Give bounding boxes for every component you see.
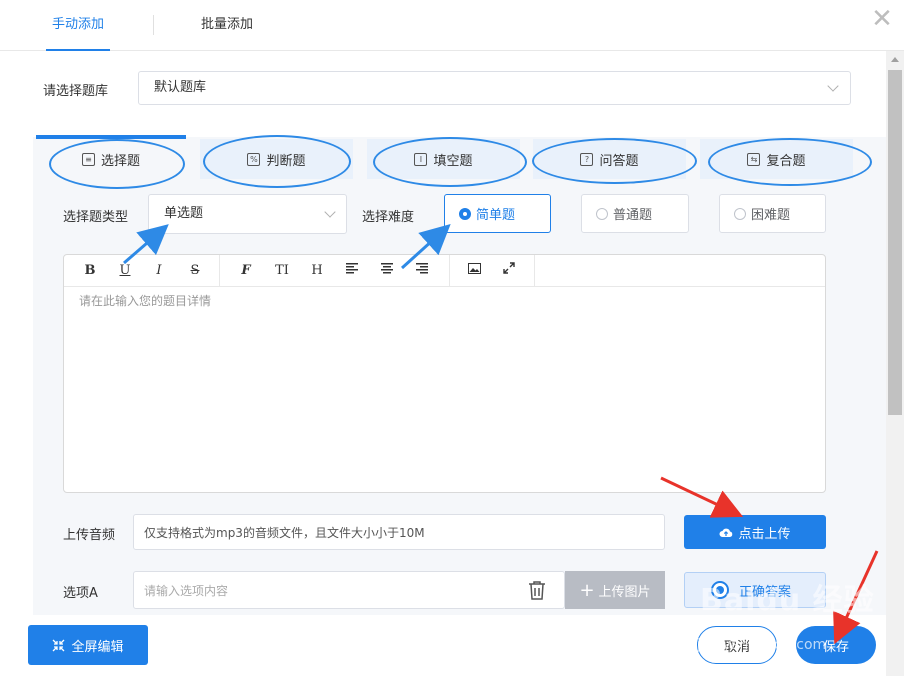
cloud-upload-icon (719, 528, 733, 537)
align-right-icon[interactable] (411, 255, 433, 286)
difficulty-hard-label: 困难题 (751, 208, 791, 223)
bank-select-value: 默认题库 (154, 80, 207, 95)
radio-icon (734, 207, 746, 220)
add-question-dialog: 手动添加 批量添加 ✕ 请选择题库 默认题库 ≡ 选择题 % 判断题 I 填空题… (0, 0, 904, 676)
tab-true-false[interactable]: % 判断题 (200, 139, 353, 179)
tab-fill-blank[interactable]: I 填空题 (367, 139, 520, 179)
trash-icon[interactable] (528, 580, 548, 600)
close-icon[interactable]: ✕ (868, 6, 896, 34)
scrollbar-thumb[interactable] (888, 70, 902, 415)
radio-selected-icon (711, 581, 729, 599)
align-left-icon[interactable] (341, 255, 363, 286)
tab-choice[interactable]: ≡ 选择题 (36, 135, 186, 179)
editor-placeholder: 请在此输入您的题目详情 (79, 294, 212, 308)
tab-qa-label: 问答题 (599, 153, 639, 169)
heading-button[interactable]: H (306, 255, 328, 286)
question-type-select[interactable]: 单选题 (148, 194, 347, 234)
collapse-icon (53, 639, 65, 651)
difficulty-hard[interactable]: 困难题 (719, 194, 826, 233)
correct-answer-label: 正确答案 (739, 584, 792, 600)
tab-choice-label: 选择题 (100, 153, 140, 169)
align-center-icon[interactable] (376, 255, 398, 286)
toolbar-separator (534, 255, 535, 286)
font-button[interactable]: F (235, 255, 257, 286)
audio-label: 上传音频 (63, 528, 116, 543)
tab-true-false-label: 判断题 (266, 153, 306, 169)
list-icon: ≡ (81, 152, 95, 166)
option-a-label: 选项A (63, 586, 98, 601)
bold-button[interactable]: B (79, 255, 101, 286)
difficulty-normal[interactable]: 普通题 (581, 194, 689, 233)
upload-image-label: 上传图片 (598, 584, 651, 600)
toolbar-separator (219, 255, 220, 286)
radio-icon (596, 207, 608, 220)
bank-select[interactable]: 默认题库 (138, 71, 851, 105)
upload-image-button[interactable]: + 上传图片 (565, 571, 665, 609)
composite-icon: ⇆ (747, 152, 761, 166)
cancel-button[interactable]: 取消 (697, 626, 777, 664)
fullscreen-edit-button[interactable]: 全屏编辑 (28, 625, 148, 665)
top-tabs: 手动添加 批量添加 (0, 0, 904, 51)
difficulty-normal-label: 普通题 (613, 208, 653, 223)
tab-composite-label: 复合题 (766, 153, 806, 169)
text-cursor-icon: I (414, 152, 428, 166)
upload-audio-label: 点击上传 (738, 526, 791, 542)
option-a-input[interactable]: 请输入选项内容 (133, 571, 565, 609)
chevron-down-icon (324, 206, 336, 218)
percent-icon: % (247, 152, 261, 166)
tab-manual-add[interactable]: 手动添加 (45, 0, 111, 51)
tab-batch-add[interactable]: 批量添加 (201, 0, 253, 51)
radio-selected-icon (459, 207, 471, 220)
editor-toolbar: B U I S F TI H (64, 255, 825, 287)
upload-audio-button[interactable]: 点击上传 (684, 515, 826, 549)
fullscreen-icon[interactable] (498, 255, 520, 286)
question-type-label: 选择题类型 (63, 210, 129, 225)
audio-input-placeholder: 仅支持格式为mp3的音频文件，且文件大小小于10M (144, 525, 425, 540)
scroll-up-arrow-icon[interactable] (891, 57, 899, 62)
plus-icon: + (579, 579, 595, 601)
italic-button[interactable]: I (148, 255, 170, 286)
difficulty-easy[interactable]: 简单题 (444, 194, 551, 233)
strikethrough-button[interactable]: S (184, 255, 206, 286)
tab-composite[interactable]: ⇆ 复合题 (700, 139, 853, 179)
difficulty-easy-label: 简单题 (476, 208, 516, 223)
chevron-down-icon (827, 80, 839, 92)
bank-label: 请选择题库 (43, 84, 109, 99)
difficulty-label: 选择难度 (362, 210, 415, 225)
option-a-placeholder: 请输入选项内容 (144, 583, 229, 598)
tab-qa[interactable]: ? 问答题 (533, 139, 686, 179)
tab-divider (153, 15, 154, 35)
save-button[interactable]: 保存 (796, 626, 876, 664)
underline-button[interactable]: U (114, 255, 136, 286)
tab-fill-blank-label: 填空题 (433, 153, 473, 169)
toolbar-separator (449, 255, 450, 286)
font-size-button[interactable]: TI (271, 255, 293, 286)
audio-input[interactable]: 仅支持格式为mp3的音频文件，且文件大小小于10M (133, 514, 665, 550)
image-icon[interactable] (463, 255, 485, 286)
fullscreen-edit-label: 全屏编辑 (71, 639, 124, 655)
question-icon: ? (580, 152, 594, 166)
question-editor[interactable]: B U I S F TI H 请在此输入您的题目详情 (63, 254, 826, 493)
correct-answer-toggle[interactable]: 正确答案 (684, 572, 826, 608)
question-type-value: 单选题 (164, 206, 204, 221)
